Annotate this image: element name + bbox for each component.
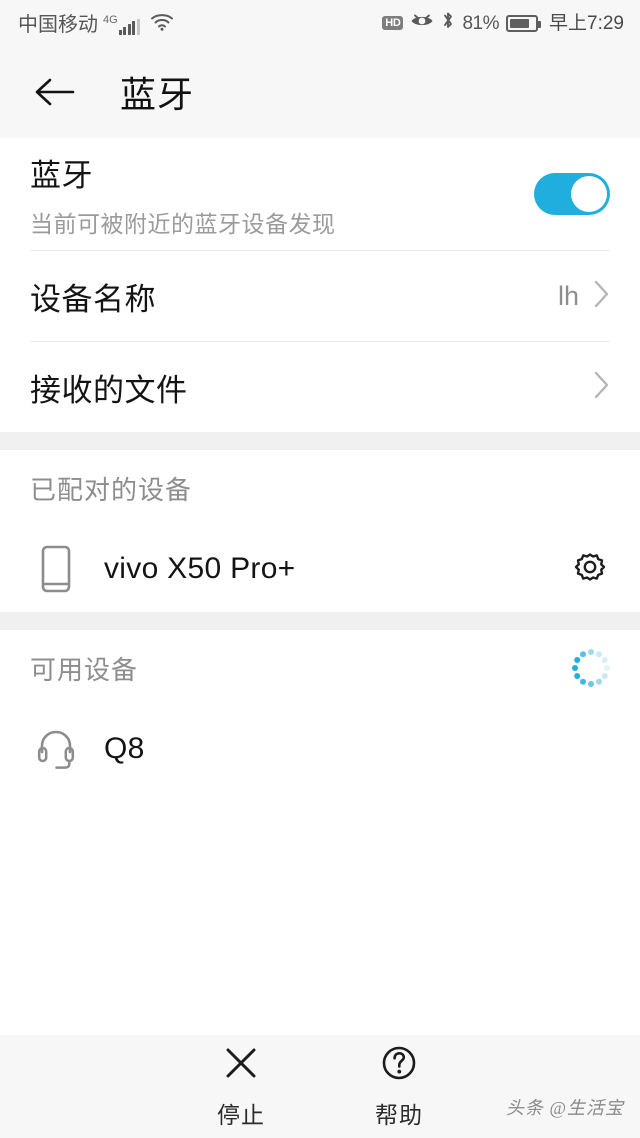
- status-bar-left: 中国移动 4G: [18, 12, 174, 35]
- bluetooth-toggle-texts: 蓝牙 当前可被附近的蓝牙设备发现: [30, 150, 336, 239]
- section-separator: [0, 612, 640, 630]
- network-type-label: 4G: [103, 13, 118, 26]
- available-section-header: 可用设备: [0, 630, 640, 706]
- bluetooth-toggle-subtitle: 当前可被附近的蓝牙设备发现: [30, 210, 336, 237]
- back-arrow-icon[interactable]: [32, 70, 76, 114]
- phone-icon: [30, 544, 82, 594]
- settings-content: 蓝牙 当前可被附近的蓝牙设备发现 设备名称 lh 接收的文件 已配对的设备 vi…: [0, 138, 640, 1035]
- status-bar-right: HD 81% 早上7:29: [382, 10, 624, 36]
- carrier-label: 中国移动: [18, 13, 98, 36]
- headset-icon: [30, 726, 82, 772]
- device-name-right: lh: [558, 279, 610, 314]
- status-bar: 中国移动 4G HD 81% 早上7:29: [0, 0, 640, 46]
- battery-percent-label: 81%: [462, 12, 500, 34]
- device-name-label: 设备名称: [30, 281, 156, 317]
- chevron-right-icon: [593, 279, 610, 314]
- help-button-label: 帮助: [375, 1102, 423, 1128]
- watermark-label: 头条 @生活宝: [505, 1098, 624, 1118]
- available-section-title: 可用设备: [30, 654, 139, 685]
- bluetooth-icon: [441, 10, 455, 36]
- signal-bars-icon: [118, 18, 140, 35]
- bottom-action-bar: 停止 帮助 头条 @生活宝: [0, 1035, 640, 1138]
- battery-icon: [506, 14, 542, 32]
- bluetooth-settings-screen: 中国移动 4G HD 81% 早上7:29 蓝牙 蓝牙 当前可被附近的蓝牙设备发…: [0, 0, 640, 1138]
- bluetooth-switch[interactable]: [534, 173, 610, 215]
- loading-spinner-icon: [572, 649, 610, 687]
- paired-device-row[interactable]: vivo X50 Pro+: [0, 526, 640, 612]
- received-files-right: [593, 370, 610, 405]
- device-name-row[interactable]: 设备名称 lh: [0, 251, 640, 341]
- eye-comfort-icon: [410, 12, 434, 35]
- received-files-row[interactable]: 接收的文件: [0, 342, 640, 432]
- chevron-right-icon: [593, 370, 610, 405]
- page-title: 蓝牙: [120, 74, 195, 115]
- close-x-icon: [221, 1043, 261, 1088]
- stop-button[interactable]: 停止: [217, 1043, 265, 1130]
- paired-section-header: 已配对的设备: [0, 450, 640, 526]
- received-files-label: 接收的文件: [30, 372, 188, 408]
- available-device-row[interactable]: Q8: [0, 706, 640, 792]
- network-indicator: 4G: [103, 14, 140, 35]
- clock-label: 早上7:29: [549, 12, 624, 34]
- paired-section-title: 已配对的设备: [30, 474, 193, 505]
- device-name-value: lh: [557, 280, 579, 311]
- bluetooth-toggle-title: 蓝牙: [30, 157, 93, 193]
- app-header: 蓝牙: [0, 46, 640, 138]
- section-separator: [0, 432, 640, 450]
- switch-knob: [571, 176, 607, 212]
- question-circle-icon: [379, 1043, 419, 1088]
- available-device-name: Q8: [104, 732, 145, 765]
- bluetooth-toggle-row[interactable]: 蓝牙 当前可被附近的蓝牙设备发现: [0, 138, 640, 250]
- wifi-icon: [150, 13, 174, 36]
- paired-device-name: vivo X50 Pro+: [104, 552, 296, 585]
- stop-button-label: 停止: [217, 1102, 265, 1128]
- gear-icon[interactable]: [570, 549, 610, 589]
- help-button[interactable]: 帮助: [375, 1043, 423, 1130]
- hd-badge-icon: HD: [382, 15, 404, 31]
